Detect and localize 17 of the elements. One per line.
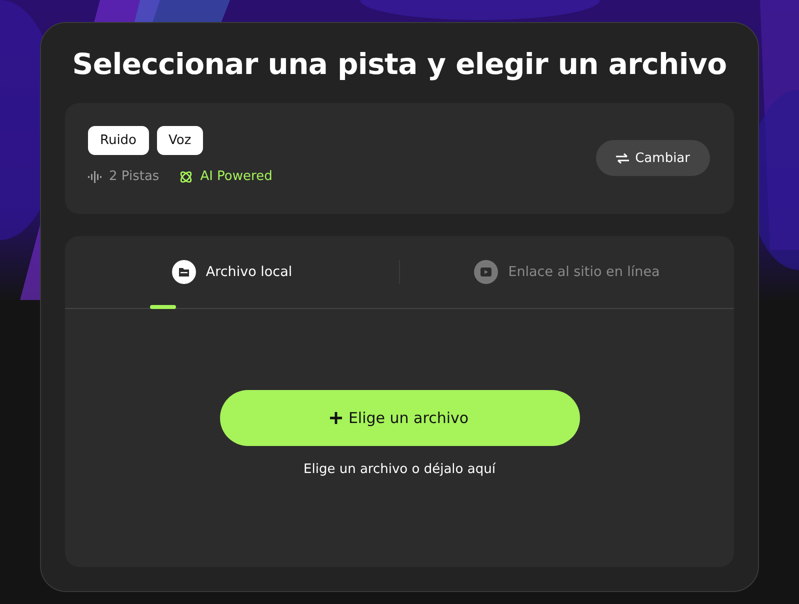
track-tag: Ruido <box>88 126 149 155</box>
source-tab[interactable]: Enlace al sitio en línea <box>400 236 734 308</box>
tab-indicator <box>150 305 176 309</box>
folder-icon <box>172 260 196 284</box>
atom-icon <box>179 170 194 184</box>
play-icon <box>474 260 498 284</box>
switch-button[interactable]: Cambiar <box>596 140 710 176</box>
source-tab[interactable]: Archivo local <box>65 236 399 308</box>
track-count: 2 Pistas <box>109 169 160 184</box>
track-tag: Voz <box>156 126 204 155</box>
choose-file-button[interactable]: Elige un archivo <box>220 390 580 446</box>
plus-icon <box>330 412 342 424</box>
swap-icon <box>616 152 630 164</box>
waveform-icon <box>88 170 102 182</box>
ai-powered-label: AI Powered <box>200 169 272 184</box>
dialog-title: Seleccionar una pista y elegir un archivo <box>71 47 728 81</box>
drop-hint: Elige un archivo o déjalo aquí <box>304 462 496 477</box>
